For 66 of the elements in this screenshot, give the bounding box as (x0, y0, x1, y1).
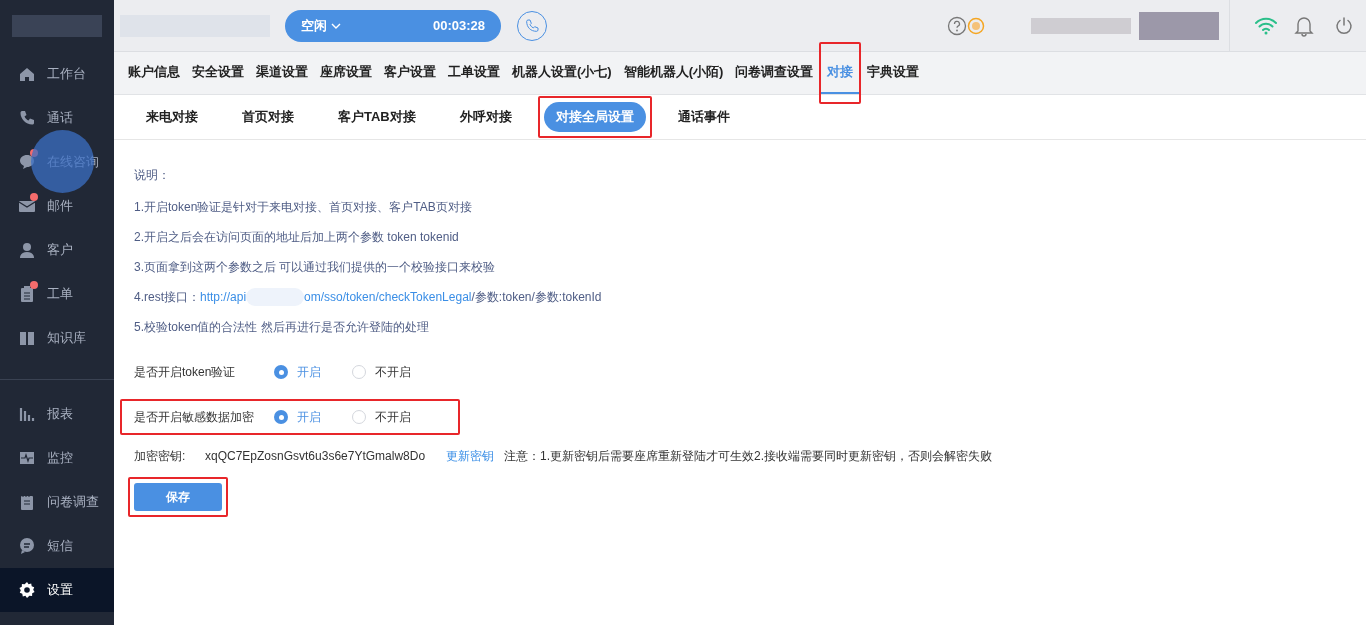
setting-label: 是否开启token验证 (134, 364, 237, 381)
settings-tab[interactable]: 账户信息 (122, 52, 186, 94)
phone-icon (18, 109, 36, 127)
sub-tab[interactable]: 客户TAB对接 (326, 102, 428, 132)
status-ring-icon (967, 16, 985, 35)
note-line: 2.开启之后会在访问页面的地址后加上两个参数 token tokenid (134, 229, 460, 246)
call-timer: 00:03:28 (432, 16, 485, 35)
pulse-monitor-icon (18, 449, 36, 467)
note-line: 4.rest接口： (134, 289, 200, 306)
sub-tab[interactable]: 首页对接 (230, 102, 306, 132)
settings-tab[interactable]: 安全设置 (186, 52, 250, 94)
settings-tab[interactable]: 工单设置 (442, 52, 506, 94)
settings-icon (18, 581, 36, 599)
settings-tab[interactable]: 智能机器人(小陌) (617, 52, 730, 94)
sidebar-item[interactable]: 工作台 (0, 52, 114, 96)
chevron-down-icon (331, 22, 341, 29)
sidebar-item[interactable]: 短信 (0, 524, 114, 568)
phone-icon (524, 17, 540, 34)
power-icon[interactable] (1334, 15, 1354, 36)
setting-label: 是否开启敏感数据加密 (134, 409, 255, 426)
api-link[interactable]: om/sso/token/checkTokenLegal (304, 288, 472, 306)
sidebar-item[interactable]: 客户 (0, 228, 114, 272)
radio-option[interactable]: 开启 (274, 408, 352, 426)
sub-tab[interactable]: 通话事件 (665, 102, 742, 132)
radio-option[interactable]: 不开启 (352, 408, 430, 426)
user-icon (18, 241, 36, 259)
notepad-icon (18, 493, 36, 511)
settings-tab[interactable]: 机器人设置(小七) (506, 52, 618, 94)
bar-chart-icon (18, 405, 36, 423)
wifi-icon (1254, 15, 1278, 36)
settings-tab[interactable]: 座席设置 (314, 52, 378, 94)
note-line: 5.校验token值的合法性 然后再进行是否允许登陆的处理 (134, 319, 430, 336)
key-value: xqQC7EpZosnGsvt6u3s6e7YtGmalw8Do (205, 448, 427, 465)
home-icon (18, 65, 36, 83)
sidebar-item[interactable]: 报表 (0, 392, 114, 436)
key-label: 加密密钥: (134, 448, 187, 465)
book-icon (18, 329, 36, 347)
note-line: 3.页面拿到这两个参数之后 可以通过我们提供的一个校验接口来校验 (134, 259, 497, 276)
settings-tab[interactable]: 客户设置 (378, 52, 442, 94)
settings-tab[interactable]: 问卷调查设置 (729, 52, 820, 94)
note-line: /参数:token/参数:tokenId (471, 289, 602, 306)
sidebar-item[interactable]: 监控 (0, 436, 114, 480)
radio-button[interactable] (274, 365, 288, 379)
clipboard-icon (18, 285, 36, 303)
settings-tab[interactable]: 宇典设置 (861, 52, 926, 94)
api-link[interactable]: http://api (200, 288, 247, 306)
key-warning-note: 注意：1.更新密钥后需要座席重新登陆才可生效2.接收端需要同时更新密钥，否则会解密失败 (504, 448, 992, 465)
bell-icon[interactable] (1294, 14, 1314, 37)
sidebar-item[interactable]: 设置 (0, 568, 114, 612)
settings-tab[interactable]: 渠道设置 (250, 52, 314, 94)
sidebar-item[interactable]: 通话 (0, 96, 114, 140)
sidebar-item[interactable]: 工单 (0, 272, 114, 316)
radio-button[interactable] (274, 410, 288, 424)
sub-tab[interactable]: 外呼对接 (447, 102, 524, 132)
note-line: 1.开启token验证是针对于来电对接、首页对接、客户TAB页对接 (134, 199, 473, 216)
radio-button[interactable] (352, 410, 366, 424)
help-icon[interactable] (947, 15, 967, 36)
radio-option[interactable]: 不开启 (352, 363, 430, 381)
sub-tab[interactable]: 来电对接 (134, 102, 210, 132)
notes-title: 说明： (134, 167, 171, 184)
refresh-key-link[interactable]: 更新密钥 (446, 447, 494, 465)
sidebar-item[interactable]: 问卷调查 (0, 480, 114, 524)
radio-button[interactable] (352, 365, 366, 379)
radio-option[interactable]: 开启 (274, 363, 352, 381)
sidebar-item[interactable]: 知识库 (0, 316, 114, 360)
message-icon (18, 537, 36, 555)
